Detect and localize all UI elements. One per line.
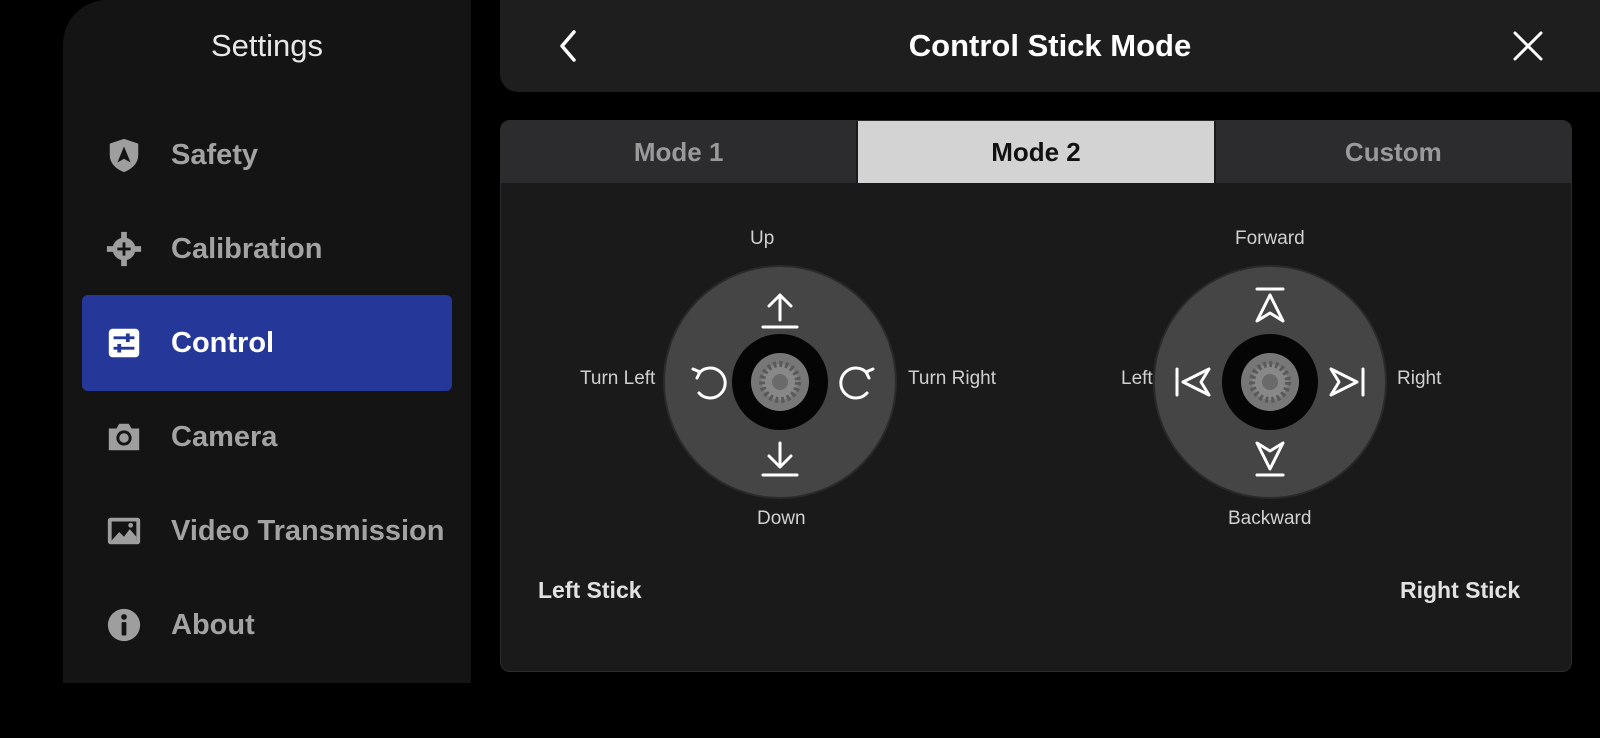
sidebar-item-label: Control: [171, 326, 275, 359]
left-stick-diagram: Up Down Turn Left Turn Right Left Stick: [501, 183, 1036, 671]
right-joystick: [1153, 265, 1387, 499]
camera-icon: [102, 415, 146, 459]
sidebar-item-label: Safety: [171, 138, 259, 171]
tab-custom[interactable]: Custom: [1215, 121, 1571, 183]
mode-tabs: Mode 1 Mode 2 Custom: [501, 121, 1571, 183]
direction-label-turn-left: Turn Left: [580, 368, 656, 389]
sidebar-title: Settings: [210, 28, 323, 63]
mode-panel: Mode 1 Mode 2 Custom Up Down Turn Left T…: [500, 120, 1572, 672]
sidebar-item-about[interactable]: About: [82, 577, 452, 673]
direction-label-forward: Forward: [1235, 228, 1305, 249]
tab-mode-1[interactable]: Mode 1: [501, 121, 859, 183]
sidebar: Settings Safety Calibration Control Came…: [63, 0, 471, 683]
header: Control Stick Mode: [500, 0, 1600, 92]
direction-label-turn-right: Turn Right: [908, 368, 996, 389]
direction-label-down: Down: [757, 508, 806, 529]
tab-mode-2[interactable]: Mode 2: [858, 121, 1216, 183]
sidebar-item-label: Video Transmission: [171, 514, 445, 547]
crosshair-icon: [102, 227, 146, 271]
close-button[interactable]: [1508, 26, 1548, 66]
direction-label-left: Left: [1121, 368, 1153, 389]
sidebar-item-control[interactable]: Control: [82, 295, 452, 391]
sidebar-item-calibration[interactable]: Calibration: [82, 201, 452, 297]
sidebar-item-label: Calibration: [171, 232, 323, 265]
direction-label-right: Right: [1397, 368, 1442, 389]
close-icon: [1513, 31, 1543, 61]
sidebar-item-label: Camera: [171, 420, 278, 453]
direction-label-backward: Backward: [1228, 508, 1312, 529]
page-title: Control Stick Mode: [908, 28, 1192, 63]
sidebar-item-camera[interactable]: Camera: [82, 389, 452, 485]
sliders-icon: [102, 321, 146, 365]
image-icon: [102, 509, 146, 553]
shield-icon: [102, 133, 146, 177]
stick-head-icon: [1241, 353, 1299, 411]
stick-head-icon: [751, 353, 809, 411]
sidebar-item-label: About: [171, 608, 255, 641]
sidebar-item-safety[interactable]: Safety: [82, 107, 452, 203]
sidebar-item-video-transmission[interactable]: Video Transmission: [82, 483, 452, 579]
left-joystick: [663, 265, 897, 499]
right-stick-label: Right Stick: [1400, 577, 1521, 603]
direction-label-up: Up: [750, 228, 775, 249]
right-stick-diagram: Forward Backward Left Right Right Stick: [1036, 183, 1571, 671]
info-icon: [102, 603, 146, 647]
left-stick-label: Left Stick: [538, 577, 642, 603]
